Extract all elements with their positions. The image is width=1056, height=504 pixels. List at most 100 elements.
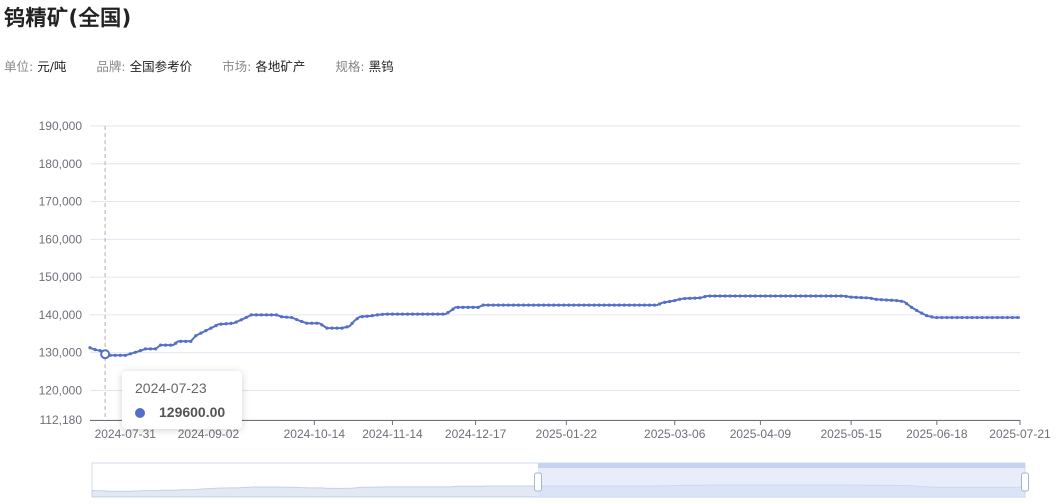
data-point <box>814 294 818 298</box>
data-point <box>562 303 566 307</box>
data-point <box>758 294 763 298</box>
x-tick-label: 2025-04-09 <box>730 427 792 441</box>
data-point <box>385 312 389 316</box>
data-point <box>602 303 606 307</box>
data-point <box>411 312 415 316</box>
data-point <box>511 303 516 307</box>
data-point <box>652 303 657 307</box>
zoom-handle-right[interactable] <box>1021 472 1029 492</box>
data-point <box>789 294 793 298</box>
x-tick-label: 2025-06-18 <box>906 427 968 441</box>
data-point <box>743 294 747 298</box>
data-point <box>486 303 490 307</box>
data-point <box>300 319 304 324</box>
y-tick-label: 120,000 <box>39 383 83 397</box>
data-point <box>894 298 899 303</box>
data-point <box>592 303 596 307</box>
data-point <box>824 294 828 298</box>
data-point <box>93 348 97 352</box>
hovered-point <box>100 349 111 360</box>
data-point <box>965 315 969 320</box>
data-point <box>426 312 430 316</box>
data-point <box>516 303 521 307</box>
data-point <box>899 299 904 303</box>
data-point <box>547 303 551 307</box>
data-point <box>794 294 798 298</box>
data-point <box>264 313 269 317</box>
data-point <box>153 347 158 351</box>
tooltip-series-dot <box>135 408 145 418</box>
data-point <box>597 303 601 307</box>
data-point <box>481 303 485 307</box>
data-point <box>552 303 556 307</box>
data-point <box>879 298 883 302</box>
data-point <box>249 313 253 317</box>
data-point <box>567 303 571 307</box>
data-point <box>189 339 193 343</box>
data-point <box>748 294 752 298</box>
data-point <box>708 294 712 298</box>
data-point <box>869 296 873 301</box>
x-tick-label: 2024-10-14 <box>284 427 346 441</box>
tooltip-value: 129600.00 <box>159 404 226 420</box>
data-point <box>143 347 148 351</box>
x-tick-label: 2024-11-14 <box>362 427 423 441</box>
data-point <box>295 317 299 322</box>
data-point <box>910 305 914 309</box>
data-point <box>718 294 722 298</box>
y-tick-label: 112,180 <box>40 413 83 427</box>
data-point <box>421 312 425 316</box>
data-point <box>960 315 964 320</box>
data-point <box>164 343 168 347</box>
data-point <box>350 321 354 325</box>
data-point <box>506 303 510 307</box>
data-point <box>284 315 289 319</box>
data-point <box>773 294 778 298</box>
data-point <box>416 312 420 316</box>
data-point <box>345 325 349 329</box>
zoom-handle-left[interactable] <box>534 472 542 492</box>
data-point <box>526 303 531 307</box>
y-tick-label: 170,000 <box>39 195 83 209</box>
data-point <box>884 298 889 302</box>
data-point <box>587 303 591 307</box>
data-point <box>446 311 450 315</box>
data-point <box>904 301 909 306</box>
data-point <box>768 294 773 298</box>
data-point <box>859 295 863 300</box>
data-point <box>582 303 586 307</box>
data-point <box>572 303 576 307</box>
data-point <box>370 314 374 318</box>
data-point <box>834 294 838 298</box>
data-point <box>390 312 395 316</box>
data-point <box>184 339 188 343</box>
data-point <box>123 353 127 357</box>
data-point <box>113 353 117 357</box>
data-point <box>668 299 672 304</box>
data-point <box>133 350 137 354</box>
zoom-selection[interactable] <box>538 463 1025 497</box>
data-point <box>118 353 122 357</box>
zoom-top-bar[interactable] <box>538 463 1025 468</box>
data-point <box>340 326 344 330</box>
data-point <box>174 341 178 345</box>
data-point <box>224 322 228 326</box>
data-point <box>400 312 405 316</box>
data-point <box>990 315 994 320</box>
data-point <box>279 315 284 319</box>
data-point <box>431 312 435 316</box>
y-tick-label: 180,000 <box>39 157 83 171</box>
data-point <box>915 308 919 312</box>
y-tick-label: 160,000 <box>39 232 83 246</box>
data-point <box>537 303 541 307</box>
data-point <box>199 331 203 335</box>
data-point <box>461 305 465 309</box>
data-point <box>214 324 218 328</box>
data-point <box>1015 315 1020 320</box>
data-point <box>577 303 581 307</box>
data-point <box>950 315 954 320</box>
data-point <box>305 321 309 325</box>
data-point <box>194 334 198 338</box>
data-point <box>854 295 858 299</box>
data-point <box>663 300 667 304</box>
